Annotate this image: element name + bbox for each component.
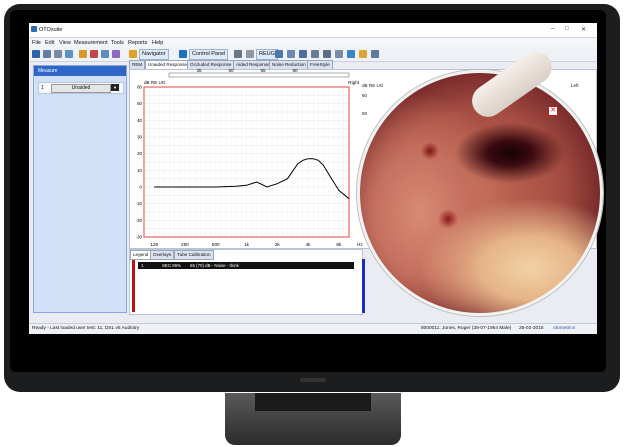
overlay-icon[interactable] [299,50,307,58]
tab-legend[interactable]: Legend [130,250,152,260]
video-icon[interactable] [371,50,379,58]
monitor-logo [300,378,326,382]
navigator-button[interactable]: Navigator [139,49,169,60]
app-title: OTOsuite [39,27,63,33]
y-axis-label: dB RE UG [144,80,166,85]
tab-tube-calibration[interactable]: Tube Calibration [174,250,214,260]
y-tick-label: 50 [137,101,142,106]
left-ear-marker [362,259,365,313]
y-tick-label: 40 [137,118,142,123]
title-bar: OTOsuite – □ ✕ [29,23,597,38]
menu-help[interactable]: Help [152,40,163,46]
right-chart-side: Left [571,83,579,88]
probe-icon[interactable] [234,50,242,58]
sync-icon[interactable] [347,50,355,58]
unaided-response-chart: 35 50 65 80 dB RE UG Right 60 50 40 30 20 10 0 -10 -20… [136,69,364,247]
measurement-select[interactable]: Unaided [51,84,111,93]
status-bar: Ready - Last loaded user test: 11, DSL v… [29,323,597,334]
menu-measurement[interactable]: Measurement [74,40,108,46]
x-tick-label: 8k [336,242,342,247]
top-scale-label: 65 [260,69,266,73]
brand-logo: otometrics [553,326,576,331]
app-icon [31,26,37,32]
calibrate-icon[interactable] [101,50,109,58]
y-tick-label: 10 [137,168,142,173]
x-tick-label: 4k [306,242,312,247]
monitor-neck [255,393,371,411]
undo-icon[interactable] [54,50,62,58]
legend-row[interactable]: 1 SEC 86% 65 (70) dB - Noise - think [138,262,354,269]
legend-row-description: 65 (70) dB - Noise - think [190,263,239,268]
menu-file[interactable]: File [32,40,41,46]
menu-edit[interactable]: Edit [45,40,54,46]
right-ear-marker [132,260,135,312]
patient-info: 8000011: Jones, Roger (28-07-1954 Male) [421,326,512,331]
y-tick-label: 0 [140,185,143,190]
sidebar-measurement-row[interactable]: 1 Unaided ▼ [38,82,124,94]
top-scale-label: 80 [292,69,298,73]
navigator-icon[interactable] [129,50,137,58]
maximize-icon[interactable]: □ [565,26,569,32]
x-tick-label: 250 [181,242,189,247]
close-video-icon[interactable]: ✕ [548,106,558,116]
menu-reports[interactable]: Reports [128,40,147,46]
legend-row-sec: SEC 86% [162,263,182,268]
chart-icon[interactable] [275,50,283,58]
camera-icon[interactable] [359,50,367,58]
speaker-icon[interactable] [311,50,319,58]
settings-icon[interactable] [323,50,331,58]
y-tick-label: 30 [137,135,142,140]
status-text: Ready - Last loaded user test: 11, DSL v… [32,326,140,331]
y-tick-label: 20 [137,151,142,156]
menu-bar: File Edit View Measurement Tools Reports… [29,38,597,47]
menu-view[interactable]: View [59,40,71,46]
device-icon[interactable] [112,50,120,58]
y-tick-label: -30 [136,235,143,240]
x-tick-label: 2k [275,242,281,247]
patient-icon[interactable] [79,50,87,58]
session-date: 25-02-2015 [519,326,544,331]
close-icon[interactable]: ✕ [581,26,586,33]
print-icon[interactable] [43,50,51,58]
x-tick-label: 125 [150,242,158,247]
control-panel-icon[interactable] [179,50,187,58]
y-tick-label: 60 [137,85,142,90]
table-icon[interactable] [335,50,343,58]
tab-overlays[interactable]: Overlays [150,250,175,260]
menu-tools[interactable]: Tools [111,40,124,46]
ear-icon[interactable] [246,50,254,58]
x-axis-unit: Hz [357,242,363,247]
top-scale-bar [168,72,350,78]
legend-panel: Legend Overlays Tube Calibration 1 SEC 8… [129,249,363,315]
compare-icon[interactable] [287,50,295,58]
row-index: 1 [41,85,44,91]
y-tick-label: -10 [136,201,143,206]
legend-row-index: 1 [141,263,144,268]
hearing-icon[interactable] [90,50,98,58]
minimize-icon[interactable]: – [551,26,554,32]
chevron-down-icon[interactable]: ▼ [111,84,119,91]
help-icon[interactable] [65,50,73,58]
chart-side-label: Right [348,80,359,85]
sidebar-heading: Measure [34,66,126,76]
top-scale-label: 35 [196,69,202,73]
x-tick-label: 500 [212,242,220,247]
top-scale-label: 50 [228,69,234,73]
new-icon[interactable] [32,50,40,58]
control-panel-button[interactable]: Control Panel [189,49,229,60]
measure-sidebar: Measure 1 Unaided ▼ [33,65,127,313]
x-tick-label: 1k [244,242,250,247]
y-tick-label: -20 [136,218,143,223]
